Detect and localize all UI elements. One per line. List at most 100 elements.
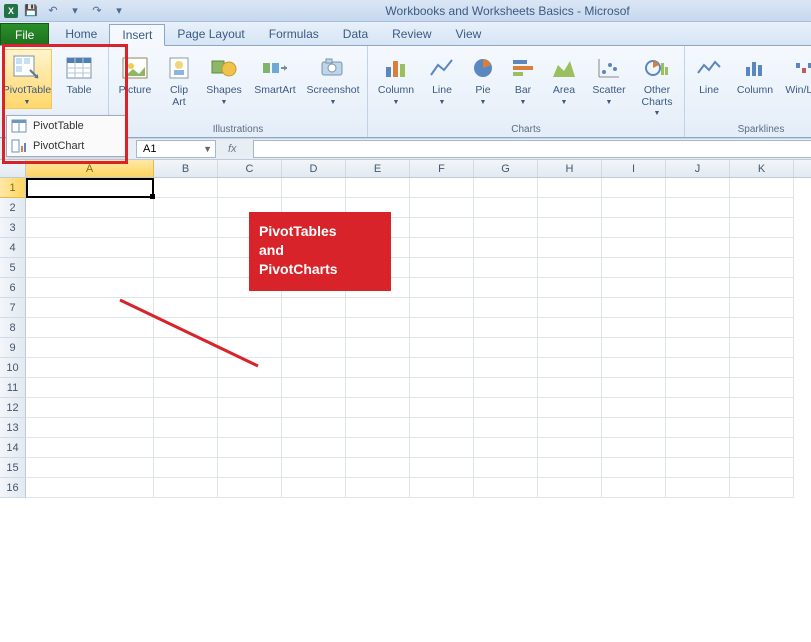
cell[interactable] (26, 238, 154, 258)
cell[interactable] (346, 178, 410, 198)
row-header[interactable]: 10 (0, 358, 26, 378)
cell[interactable] (410, 218, 474, 238)
cell[interactable] (26, 258, 154, 278)
cell[interactable] (282, 378, 346, 398)
cell[interactable] (410, 398, 474, 418)
col-header-h[interactable]: H (538, 160, 602, 177)
cell[interactable] (410, 418, 474, 438)
cell[interactable] (218, 458, 282, 478)
cell[interactable] (538, 378, 602, 398)
cell[interactable] (154, 318, 218, 338)
cell[interactable] (474, 218, 538, 238)
cell[interactable] (602, 378, 666, 398)
row-header[interactable]: 2 (0, 198, 26, 218)
cell-grid[interactable] (26, 178, 794, 498)
cell[interactable] (538, 258, 602, 278)
cell[interactable] (666, 318, 730, 338)
tab-data[interactable]: Data (331, 23, 380, 45)
cell[interactable] (474, 258, 538, 278)
cell[interactable] (26, 398, 154, 418)
cell[interactable] (26, 378, 154, 398)
cell[interactable] (410, 318, 474, 338)
cell[interactable] (410, 458, 474, 478)
row-header[interactable]: 1 (0, 178, 26, 198)
cell[interactable] (154, 258, 218, 278)
cell[interactable] (26, 318, 154, 338)
cell[interactable] (282, 338, 346, 358)
tab-insert[interactable]: Insert (109, 24, 165, 46)
cell[interactable] (474, 278, 538, 298)
col-header-k[interactable]: K (730, 160, 794, 177)
cell[interactable] (410, 338, 474, 358)
cell[interactable] (602, 178, 666, 198)
cell[interactable] (666, 198, 730, 218)
cell[interactable] (218, 438, 282, 458)
cell[interactable] (474, 198, 538, 218)
cell[interactable] (154, 438, 218, 458)
cell[interactable] (154, 398, 218, 418)
row-header[interactable]: 16 (0, 478, 26, 498)
cell[interactable] (666, 338, 730, 358)
save-icon[interactable]: 💾 (22, 2, 40, 20)
cell[interactable] (410, 198, 474, 218)
cell[interactable] (730, 178, 794, 198)
cell[interactable] (538, 338, 602, 358)
cell[interactable] (410, 358, 474, 378)
table-button[interactable]: Table (54, 49, 104, 101)
cell[interactable] (410, 278, 474, 298)
cell[interactable] (538, 458, 602, 478)
col-header-a[interactable]: A (26, 160, 154, 177)
cell[interactable] (474, 358, 538, 378)
col-header-i[interactable]: I (602, 160, 666, 177)
cell[interactable] (346, 458, 410, 478)
row-header[interactable]: 9 (0, 338, 26, 358)
cell[interactable] (666, 218, 730, 238)
cell[interactable] (538, 478, 602, 498)
tab-view[interactable]: View (444, 23, 494, 45)
cell[interactable] (346, 478, 410, 498)
row-header[interactable]: 3 (0, 218, 26, 238)
cell[interactable] (154, 218, 218, 238)
cell[interactable] (730, 338, 794, 358)
cell[interactable] (218, 358, 282, 378)
cell[interactable] (218, 178, 282, 198)
picture-button[interactable]: Picture (113, 49, 157, 101)
cell[interactable] (602, 458, 666, 478)
cell[interactable] (730, 458, 794, 478)
sparkline-winloss-button[interactable]: Win/Loss (781, 49, 811, 101)
tab-review[interactable]: Review (380, 23, 443, 45)
row-header[interactable]: 11 (0, 378, 26, 398)
cell[interactable] (666, 438, 730, 458)
cell[interactable] (282, 298, 346, 318)
row-header[interactable]: 6 (0, 278, 26, 298)
cell[interactable] (730, 438, 794, 458)
cell[interactable] (410, 238, 474, 258)
cell[interactable] (666, 238, 730, 258)
smartart-button[interactable]: SmartArt (249, 49, 301, 101)
cell[interactable] (474, 178, 538, 198)
cell[interactable] (538, 218, 602, 238)
cell[interactable] (154, 198, 218, 218)
cell[interactable] (282, 418, 346, 438)
cell[interactable] (154, 478, 218, 498)
col-header-g[interactable]: G (474, 160, 538, 177)
cell[interactable] (154, 238, 218, 258)
cell[interactable] (410, 258, 474, 278)
fx-icon[interactable]: fx (220, 143, 245, 155)
cell[interactable] (730, 278, 794, 298)
cell[interactable] (154, 178, 218, 198)
cell[interactable] (410, 298, 474, 318)
cell[interactable] (154, 378, 218, 398)
cell[interactable] (730, 358, 794, 378)
cell[interactable] (282, 318, 346, 338)
cell[interactable] (26, 218, 154, 238)
cell[interactable] (538, 418, 602, 438)
tab-formulas[interactable]: Formulas (257, 23, 331, 45)
row-header[interactable]: 15 (0, 458, 26, 478)
cell[interactable] (730, 198, 794, 218)
row-header[interactable]: 14 (0, 438, 26, 458)
cell[interactable] (666, 298, 730, 318)
cell[interactable] (602, 198, 666, 218)
cell[interactable] (218, 478, 282, 498)
cell[interactable] (218, 298, 282, 318)
